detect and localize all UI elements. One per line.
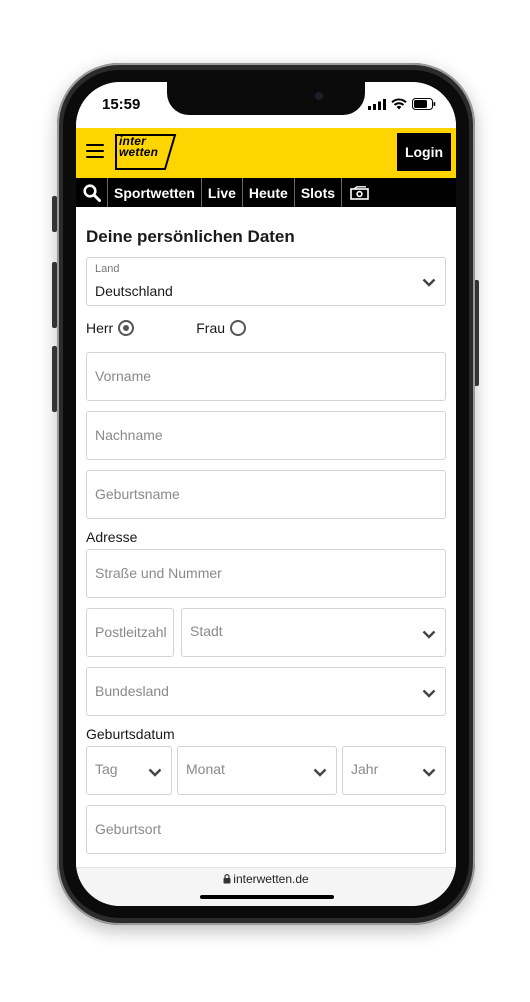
salutation-group: Herr Frau [86,320,247,336]
birth-name-input[interactable]: Geburtsname [86,470,446,519]
camera-icon [315,92,323,100]
url-text: interwetten.de [233,872,309,886]
phone-screen: 15:59 inter wetten Login Sportwetten Liv… [76,82,456,906]
birth-year-select[interactable]: Jahr [342,746,446,795]
salutation-herr-radio[interactable] [118,320,135,336]
salutation-herr-label: Herr [86,320,114,336]
birth-day-select[interactable]: Tag [86,746,172,795]
search-button[interactable] [76,178,108,207]
address-label: Adresse [86,529,138,545]
salutation-frau-radio[interactable] [230,320,247,336]
logo-text: inter wetten [119,134,159,159]
wifi-icon [391,98,407,110]
salutation-frau-label: Frau [196,320,226,336]
home-indicator[interactable] [200,895,334,899]
search-icon [82,183,101,202]
first-name-input[interactable]: Vorname [86,352,446,401]
city-select[interactable]: Stadt [181,608,446,657]
birth-month-select[interactable]: Monat [177,746,337,795]
sports-nav: Sportwetten Live Heute Slots [76,178,456,207]
chevron-down-icon [148,768,162,777]
chevron-down-icon [422,768,436,777]
site-header: inter wetten Login [76,128,456,178]
chevron-down-icon [422,630,436,639]
status-bar: 15:59 [76,82,456,128]
chevron-down-icon [422,278,436,287]
state-select[interactable]: Bundesland [86,667,446,716]
lock-icon [223,874,231,884]
browser-url-bar[interactable]: interwetten.de [76,867,456,906]
cash-icon [350,185,369,200]
status-icons [368,98,436,110]
nav-item-sportwetten[interactable]: Sportwetten [108,178,202,207]
notch [167,82,365,115]
nav-item-heute[interactable]: Heute [243,178,295,207]
cash-button[interactable] [342,178,378,207]
registration-form: Deine persönlichen Daten Land Deutschlan… [76,207,456,867]
status-time: 15:59 [102,96,141,113]
interwetten-logo[interactable]: inter wetten [113,133,177,171]
chevron-down-icon [422,689,436,698]
country-select[interactable]: Land Deutschland [86,257,446,306]
nav-item-slots[interactable]: Slots [295,178,343,207]
menu-icon[interactable] [86,144,104,158]
signal-icon [368,98,386,110]
birthdate-label: Geburtsdatum [86,726,175,742]
street-input[interactable]: Straße und Nummer [86,549,446,598]
url-display[interactable]: interwetten.de [76,872,456,886]
nav-item-live[interactable]: Live [202,178,243,207]
country-value: Deutschland [95,283,173,299]
birthplace-input[interactable]: Geburtsort [86,805,446,854]
form-title: Deine persönlichen Daten [86,227,295,246]
last-name-input[interactable]: Nachname [86,411,446,460]
battery-icon [412,98,436,110]
country-label: Land [95,263,120,275]
login-button[interactable]: Login [397,133,451,171]
postal-code-input[interactable]: Postleitzahl [86,608,174,657]
chevron-down-icon [313,768,327,777]
